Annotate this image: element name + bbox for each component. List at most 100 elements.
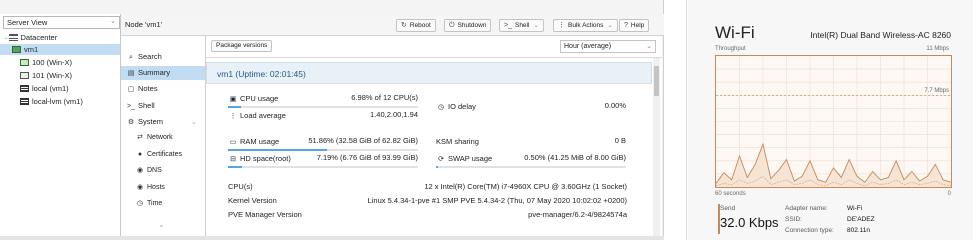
summary-panel: Package versions Hour (average) ⌄ vm1 (Up… (206, 36, 662, 240)
tree-item-label: local (vm1) (32, 84, 69, 93)
wifi-performance-panel: Wi-Fi Intel(R) Dual Band Wireless-AC 826… (686, 0, 973, 240)
chevron-down-icon: ⌄ (190, 117, 197, 126)
power-icon: ⏻ (449, 22, 455, 29)
vm-icon (20, 72, 29, 79)
tree-item-datacenter[interactable]: − Datacenter (0, 32, 120, 43)
menu-item-label: System (138, 117, 164, 126)
terminal-icon: >_ (504, 22, 512, 29)
ssid-value: DE'ADEZ (847, 216, 875, 223)
node-title: Node 'vm1' (125, 20, 163, 29)
menu-item-search[interactable]: ⌕ Search (121, 50, 205, 64)
gear-icon: ⚙ (127, 119, 135, 126)
pve-version-label: PVE Manager Version (228, 210, 302, 219)
io-label-text: IO delay (448, 102, 476, 111)
swap-usage-label: ⟳ SWAP usage (436, 153, 492, 165)
menu-item-shell[interactable]: >_ Shell (121, 99, 205, 113)
view-select[interactable]: Server View ⌄ (3, 16, 120, 29)
scrollbar-thumb[interactable] (654, 66, 659, 96)
tree-item-vm-100[interactable]: 100 (Win-X) (0, 57, 120, 68)
ksm-sharing-label: KSM sharing (436, 137, 479, 146)
cpu-usage-fill (228, 106, 242, 108)
menu-item-dns[interactable]: ◉ DNS (121, 164, 205, 178)
chevron-down-icon: ⌄ (110, 18, 116, 25)
chevron-down-icon: ⌄ (607, 22, 613, 29)
network-icon: ⇄ (137, 134, 143, 141)
reboot-icon: ↻ (401, 22, 407, 29)
load-label-text: Load average (240, 111, 286, 120)
shell-icon: >_ (127, 103, 135, 110)
menu-item-label: DNS (147, 167, 162, 174)
node-menu: ⌕ Search ▤ Summary ▢ Notes >_ Shell ⚙ System ⌄… (121, 36, 206, 240)
throughput-mid-label: 7.7 Mbps (924, 88, 949, 94)
ram-label-text: RAM usage (240, 137, 280, 146)
swap-usage-value: 0.50% (41.25 MiB of 8.00 GiB) (524, 153, 626, 162)
kernel-version-value: Linux 5.4.34-1-pve #1 SMP PVE 5.4.34-2 (… (367, 196, 627, 205)
menu-item-time[interactable]: ◷ Time (121, 197, 205, 211)
node-toolbar: Node 'vm1' ↻ Reboot ⏻ Shutdown >_ Shell ⌄ ⋮ B… (121, 14, 664, 36)
tree-item-storage-local[interactable]: local (vm1) (0, 83, 120, 94)
ram-usage-label: ▭ RAM usage (228, 136, 280, 148)
send-value: 32.0 Kbps (720, 215, 779, 230)
tree-item-storage-local-lvm[interactable]: local-lvm (vm1) (0, 96, 120, 107)
send-label: Send (720, 205, 736, 212)
summary-icon: ▤ (127, 70, 135, 77)
reboot-button[interactable]: ↻ Reboot (396, 19, 436, 32)
bulk-actions-button[interactable]: ⋮ Bulk Actions ⌄ (553, 19, 618, 32)
swap-usage-bar (436, 166, 626, 168)
adapter-name-label: Adapter name: (785, 205, 828, 212)
summary-toolbar: Package versions Hour (average) ⌄ (206, 36, 662, 58)
disk-icon: ⊟ (230, 156, 236, 163)
gap-area: d d (664, 0, 690, 240)
menu-item-system[interactable]: ⚙ System ⌄ (121, 115, 205, 129)
ram-usage-bar (228, 149, 418, 151)
tree-item-label: local-lvm (vm1) (32, 97, 83, 106)
chevron-down-icon: ⌄ (533, 22, 539, 29)
hd-space-fill (228, 166, 242, 168)
chevron-down-icon: ⌄ (646, 43, 652, 50)
collapse-icon: − (4, 36, 8, 42)
memory-icon: ▭ (229, 139, 237, 146)
menu-item-hosts[interactable]: ◉ Hosts (121, 181, 205, 195)
tree-item-vm-101[interactable]: 101 (Win-X) (0, 70, 120, 81)
menu-item-summary[interactable]: ▤ Summary (121, 66, 205, 80)
clock-icon: ◷ (136, 200, 144, 207)
menu-item-label: Hosts (147, 184, 165, 191)
swap-icon: ⟳ (438, 156, 444, 163)
help-button[interactable]: ? Help (619, 19, 650, 32)
menu-item-network[interactable]: ⇄ Network (121, 131, 205, 145)
storage-icon (20, 98, 29, 105)
cpus-label: CPU(s) (228, 182, 253, 191)
help-icon: ? (624, 22, 628, 29)
throughput-graph (715, 55, 952, 188)
search-icon: ⌕ (129, 54, 133, 61)
wifi-adapter-name: Intel(R) Dual Band Wireless-AC 8260 (810, 30, 951, 40)
ram-usage-fill (228, 149, 327, 151)
shutdown-button[interactable]: ⏻ Shutdown (444, 19, 492, 32)
notes-icon: ▢ (127, 86, 135, 93)
chevron-down-icon[interactable]: ⌄ (158, 220, 165, 229)
shell-button[interactable]: >_ Shell ⌄ (499, 19, 544, 32)
wifi-title: Wi-Fi (715, 23, 755, 42)
time-span-label: 60 seconds (715, 191, 746, 197)
globe-icon: ◉ (136, 167, 144, 174)
menu-item-label: Network (147, 134, 173, 141)
menu-item-label: Shell (138, 101, 155, 110)
scrollbar[interactable] (653, 58, 660, 240)
menu-item-notes[interactable]: ▢ Notes (121, 82, 205, 96)
timeframe-select[interactable]: Hour (average) ⌄ (560, 40, 656, 53)
tree-item-node-vm1[interactable]: vm1 (0, 44, 120, 55)
menu-dots-icon: ⋮ (558, 22, 565, 29)
menu-item-certificates[interactable]: ● Certificates (121, 148, 205, 162)
vm-running-icon (20, 59, 29, 66)
proxmox-window: Server View ⌄ − Datacenter vm1 100 (Win-X… (0, 0, 664, 240)
status-title: vm1 (Uptime: 02:01:45) (217, 69, 306, 79)
menu-item-label: Certificates (147, 151, 183, 158)
package-versions-button[interactable]: Package versions (211, 40, 273, 52)
adapter-name-value: Wi-Fi (847, 205, 863, 212)
hd-space-value: 7.19% (6.76 GiB of 93.99 GiB) (316, 153, 418, 162)
hd-space-bar (228, 166, 418, 168)
cpu-usage-value: 6.98% of 12 CPU(s) (351, 93, 418, 102)
time-zero-label: 0 (947, 191, 951, 197)
load-average-label: ⋮ Load average (228, 110, 286, 122)
ram-usage-value: 51.86% (32.58 GiB of 62.82 GiB) (308, 136, 418, 145)
